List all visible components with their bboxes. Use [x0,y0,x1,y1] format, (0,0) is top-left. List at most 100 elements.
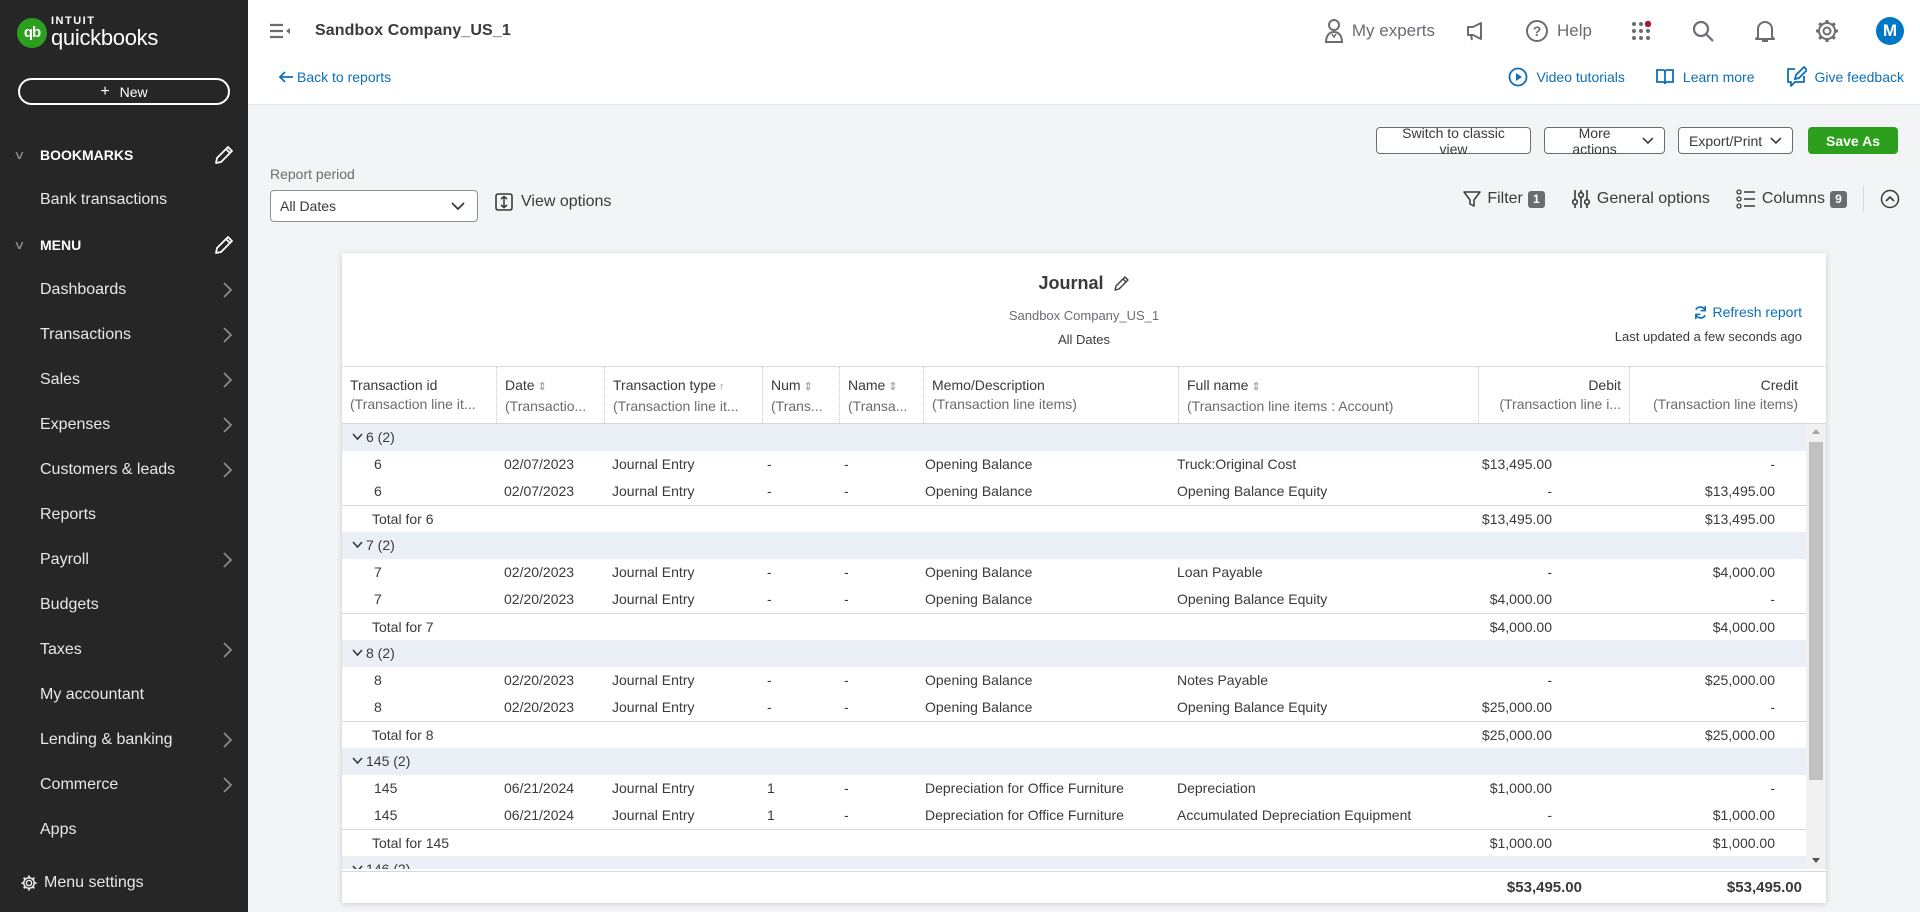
edit-menu-pencil-icon[interactable] [212,233,236,257]
column-header-transaction-id[interactable]: Transaction id (Transaction line it... [342,367,497,424]
chevron-down-icon[interactable] [352,757,363,765]
cell-date: 02/20/2023 [504,564,575,580]
scroll-down-arrow-icon[interactable] [1812,858,1820,863]
sort-icon[interactable]: ⇕ [538,381,547,393]
table-scrollbar[interactable] [1806,424,1826,869]
switch-to-classic-view-button[interactable]: Switch to classic view [1376,125,1531,157]
table-row[interactable]: 6 02/07/2023 Journal Entry - - Opening Balanc… [342,451,1806,478]
sidebar-item-label: Sales [40,371,81,388]
chevron-down-icon[interactable] [352,433,363,441]
chevron-down-icon[interactable] [352,865,363,869]
more-actions-button[interactable]: More actions [1544,125,1665,157]
quickbooks-logo[interactable]: qb INTUIT quickbooks [17,16,158,49]
bell-icon [1755,21,1775,42]
help-button[interactable]: ? Help [1525,19,1592,43]
announcements-button[interactable] [1463,18,1489,44]
edit-bookmarks-pencil-icon[interactable] [212,143,236,167]
chevron-down-icon[interactable] [352,649,363,657]
give-feedback-link[interactable]: Give feedback [1785,66,1904,88]
company-name[interactable]: Sandbox Company_US_1 [315,22,511,40]
total-credit: $25,000.00 [1704,727,1775,743]
video-tutorials-link[interactable]: Video tutorials [1508,67,1625,87]
cell-id: 145 [374,780,398,796]
bookmarks-section-header[interactable]: ∨ BOOKMARKS [0,137,248,173]
table-row[interactable]: 145 06/21/2024 Journal Entry 1 - Depreciation… [342,775,1806,802]
my-experts-button[interactable]: My experts [1324,18,1435,44]
svg-text:?: ? [1533,23,1542,39]
group-row[interactable]: 146 (2) [342,856,1806,869]
learn-more-link[interactable]: Learn more [1655,67,1755,87]
table-row[interactable]: 6 02/07/2023 Journal Entry - - Opening Balanc… [342,478,1806,505]
new-button[interactable]: + New [18,78,230,105]
user-avatar[interactable]: M [1876,17,1904,45]
edit-title-pencil-icon[interactable] [1112,275,1130,293]
table-row[interactable]: 7 02/20/2023 Journal Entry - - Opening Balanc… [342,586,1806,613]
help-label: Help [1557,21,1592,40]
group-row[interactable]: 7 (2) [342,532,1806,559]
sort-icon[interactable]: ⇕ [1251,381,1260,393]
grand-total-debit: $53,495.00 [1506,879,1582,896]
view-options-label: View options [521,193,612,210]
group-row[interactable]: 6 (2) [342,424,1806,451]
columns-button[interactable]: Columns 9 [1736,189,1847,209]
export-print-button[interactable]: Export/Print [1678,127,1793,154]
column-header-name[interactable]: Name ⇕ (Transa... [840,367,924,424]
scroll-up-arrow-icon[interactable] [1812,429,1820,434]
column-header-num[interactable]: Num ⇕ (Trans... [763,367,840,424]
sidebar-item-customers-leads[interactable]: Customers & leads [0,450,248,490]
general-options-button[interactable]: General options [1571,189,1710,209]
cell-credit: $1,000.00 [1712,807,1775,823]
menu-settings-button[interactable]: Menu settings [20,874,144,892]
sort-icon[interactable]: ⇕ [888,381,897,393]
sidebar-item-reports[interactable]: Reports [0,495,248,535]
collapse-menu-icon[interactable] [268,20,292,42]
sidebar-item-budgets[interactable]: Budgets [0,585,248,625]
filter-button[interactable]: Filter 1 [1463,190,1545,208]
column-header-date[interactable]: Date ⇕ (Transactio... [497,367,605,424]
table-row[interactable]: 8 02/20/2023 Journal Entry - - Opening Balanc… [342,694,1806,721]
collapse-up-circle-icon[interactable] [1880,189,1900,209]
settings-button[interactable] [1814,18,1840,44]
filter-count-badge: 1 [1527,190,1545,208]
sidebar-item-bank-transactions[interactable]: Bank transactions [0,180,248,220]
column-list-icon [1736,189,1755,209]
column-header-credit[interactable]: Credit (Transaction line items) [1630,367,1806,424]
column-title: Transaction id [350,377,438,393]
sidebar-item-lending-banking[interactable]: Lending & banking [0,720,248,760]
table-row[interactable]: 145 06/21/2024 Journal Entry 1 - Depreciation… [342,802,1806,829]
back-to-reports-link[interactable]: Back to reports [278,69,391,85]
group-row[interactable]: 145 (2) [342,748,1806,775]
menu-section-header[interactable]: ∨ MENU [0,227,248,263]
sidebar-item-commerce[interactable]: Commerce [0,765,248,805]
group-row[interactable]: 8 (2) [342,640,1806,667]
view-options-button[interactable]: View options [495,193,611,211]
column-header-debit[interactable]: Debit (Transaction line i... [1479,367,1630,424]
table-row[interactable]: 7 02/20/2023 Journal Entry - - Opening Balanc… [342,559,1806,586]
sort-icon[interactable]: ⇕ [804,381,813,393]
sidebar-item-expenses[interactable]: Expenses [0,405,248,445]
scroll-thumb[interactable] [1809,442,1823,780]
apps-grid-button[interactable] [1628,18,1654,44]
column-header-full-name[interactable]: Full name ⇕ (Transaction line items : Acco… [1179,367,1479,424]
column-header-transaction-type[interactable]: Transaction type ↑ (Transaction line it... [605,367,763,424]
chevron-down-icon: ∨ [13,148,26,162]
cell-num: - [767,672,772,688]
table-row[interactable]: 8 02/20/2023 Journal Entry - - Opening Balanc… [342,667,1806,694]
column-subtitle: (Transactio... [505,398,587,414]
sidebar-item-transactions[interactable]: Transactions [0,315,248,355]
sidebar-item-payroll[interactable]: Payroll [0,540,248,580]
notifications-button[interactable] [1752,18,1778,44]
sidebar-item-dashboards[interactable]: Dashboards [0,270,248,310]
sort-ascending-icon[interactable]: ↑ [719,381,725,393]
refresh-report-link[interactable]: Refresh report [1693,304,1802,320]
book-icon [1656,69,1674,85]
column-header-memo-description[interactable]: Memo/Description (Transaction line items) [924,367,1179,424]
sidebar-item-my-accountant[interactable]: My accountant [0,675,248,715]
sidebar-item-taxes[interactable]: Taxes [0,630,248,670]
report-period-select[interactable]: All Dates [270,190,478,222]
save-as-button[interactable]: Save As [1808,127,1898,154]
chevron-down-icon[interactable] [352,541,363,549]
sidebar-item-sales[interactable]: Sales [0,360,248,400]
search-button[interactable] [1690,18,1716,44]
sidebar-item-apps[interactable]: Apps [0,810,248,850]
